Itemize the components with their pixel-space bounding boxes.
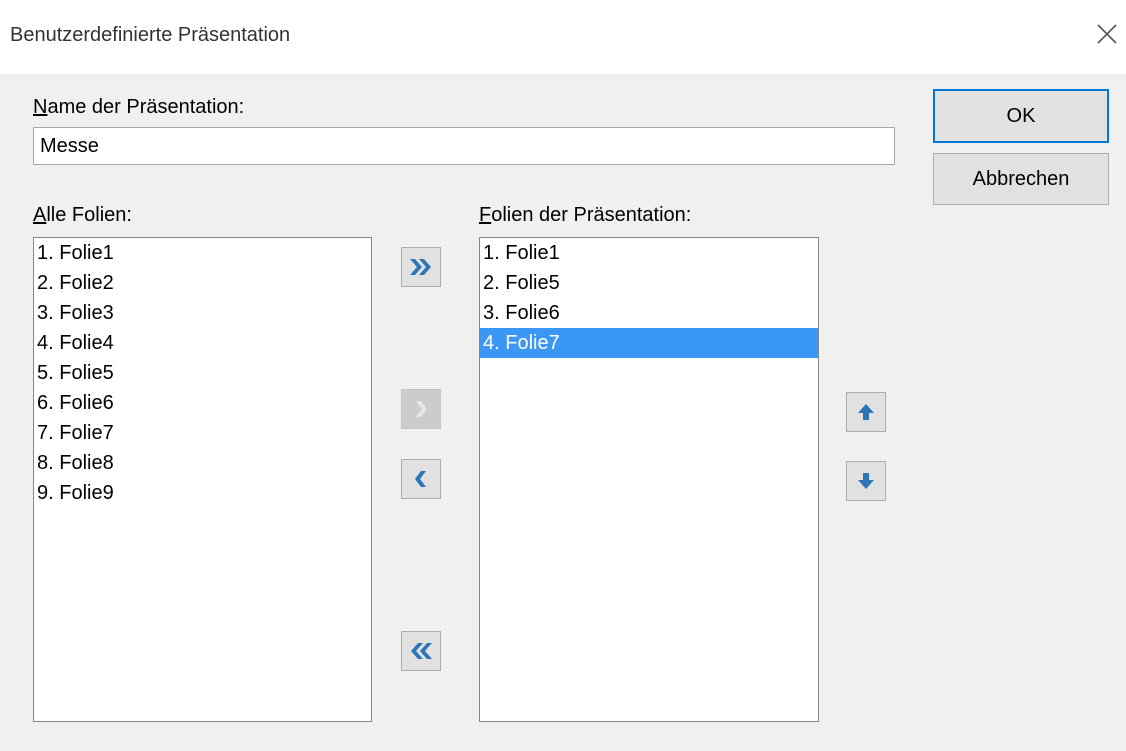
- name-label-text: ame der Präsentation:: [47, 96, 245, 118]
- double-chevron-right-icon: [410, 259, 431, 275]
- list-item[interactable]: 4. Folie4: [34, 328, 371, 358]
- name-label-access-key: N: [33, 96, 48, 118]
- cancel-button[interactable]: Abbrechen: [933, 153, 1109, 205]
- remove-all-button[interactable]: [401, 631, 441, 671]
- list-item[interactable]: 8. Folie8: [34, 448, 371, 478]
- add-slide-button[interactable]: [401, 389, 441, 429]
- chevron-right-icon: [416, 401, 427, 417]
- list-item[interactable]: 3. Folie3: [34, 298, 371, 328]
- close-icon[interactable]: [1095, 22, 1119, 46]
- presentation-slides-label-text: olien der Präsentation:: [491, 204, 692, 226]
- double-chevron-left-icon: [411, 643, 432, 659]
- all-slides-list[interactable]: 1. Folie1 2. Folie2 3. Folie3 4. Folie4 …: [33, 237, 372, 722]
- window-title: Benutzerdefinierte Präsentation: [10, 24, 291, 46]
- presentation-slides-list[interactable]: 1. Folie1 2. Folie5 3. Folie6 4. Folie7: [479, 237, 819, 722]
- add-all-button[interactable]: [401, 247, 441, 287]
- all-slides-label: Alle Folien:: [33, 204, 132, 227]
- all-slides-label-access-key: A: [33, 204, 47, 226]
- list-item[interactable]: 2. Folie5: [480, 268, 818, 298]
- arrow-up-icon: [858, 404, 874, 420]
- presentation-name-input[interactable]: [33, 127, 895, 165]
- list-item[interactable]: 3. Folie6: [480, 298, 818, 328]
- chevron-left-icon: [415, 471, 426, 487]
- move-down-button[interactable]: [846, 461, 886, 501]
- list-item[interactable]: 1. Folie1: [34, 238, 371, 268]
- list-item[interactable]: 5. Folie5: [34, 358, 371, 388]
- presentation-slides-label: Folien der Präsentation:: [479, 204, 691, 227]
- move-up-button[interactable]: [846, 392, 886, 432]
- all-slides-label-text: lle Folien:: [46, 204, 132, 226]
- presentation-slides-label-access-key: F: [479, 204, 492, 226]
- list-item[interactable]: 1. Folie1: [480, 238, 818, 268]
- list-item[interactable]: 7. Folie7: [34, 418, 371, 448]
- list-item[interactable]: 6. Folie6: [34, 388, 371, 418]
- arrow-down-icon: [858, 473, 874, 489]
- ok-button[interactable]: OK: [933, 89, 1109, 143]
- name-label: Name der Präsentation:: [33, 96, 244, 119]
- list-item[interactable]: 2. Folie2: [34, 268, 371, 298]
- title-bar: Benutzerdefinierte Präsentation: [0, 0, 1126, 74]
- list-item[interactable]: 9. Folie9: [34, 478, 371, 508]
- list-item-selected[interactable]: 4. Folie7: [480, 328, 818, 358]
- remove-slide-button[interactable]: [401, 459, 441, 499]
